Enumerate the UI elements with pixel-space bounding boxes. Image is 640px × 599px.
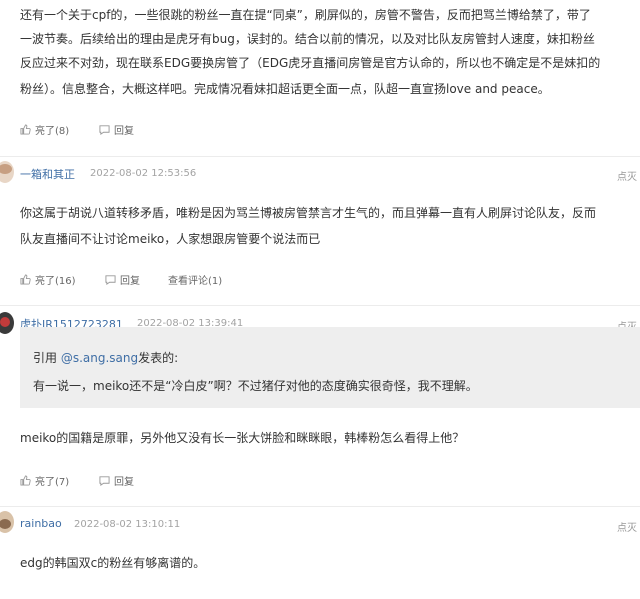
reply-label: 回复	[114, 126, 134, 137]
divider	[0, 305, 640, 306]
comment-time: 2022-08-02 12:53:56	[90, 168, 197, 179]
view-comments-link[interactable]: 查看评论(1)	[168, 272, 222, 287]
comment-time: 2022-08-02 13:10:11	[74, 519, 181, 530]
like-button[interactable]: 亮了(8)	[20, 122, 69, 137]
avatar[interactable]	[0, 312, 14, 334]
divider	[0, 506, 640, 507]
quoted-user-link[interactable]: @s.ang.sang	[61, 351, 138, 365]
quote-block	[20, 327, 640, 408]
comment-body-line: 还有一个关于cpf的，一些很跳的粉丝一直在提“同桌”，刷屏似的，房管不警告，反而…	[20, 8, 591, 22]
comment-body: edg的韩国双c的粉丝有够离谱的。	[20, 556, 206, 570]
comment-body-line: 一波节奏。后续给出的理由是虎牙有bug，误封的。结合以前的情况，以及对比队友房管…	[20, 32, 595, 46]
thumbs-up-icon	[20, 124, 31, 135]
comment-body: meiko的国籍是原罪，另外他又没有长一张大饼脸和眯眯眼，韩棒粉怎么看得上他？	[20, 431, 465, 445]
comment-author[interactable]: rainbao	[20, 517, 62, 530]
like-count: 亮了(7)	[35, 477, 70, 488]
comment-body-line: 你这属于胡说八道转移矛盾，唯粉是因为骂兰博被房管禁言才生气的，而且弹幕一直有人刷…	[20, 206, 597, 220]
thumbs-up-icon	[20, 274, 31, 285]
comment-author[interactable]: 一箱和其正	[20, 166, 75, 182]
avatar[interactable]	[0, 511, 14, 533]
divider	[0, 156, 640, 157]
reply-icon	[99, 476, 110, 486]
report-link[interactable]: 点灭	[617, 168, 637, 183]
comment-body-line: 粉丝）。信息整合，大概这样吧。完成情况看妹扣超话更全面一点，队超一直宣扬love…	[20, 82, 550, 96]
like-count: 亮了(16)	[35, 276, 76, 287]
quote-header: 引用 @s.ang.sang发表的:	[33, 349, 178, 366]
reply-button[interactable]: 回复	[99, 473, 134, 488]
comment-body-line: 反应过来不对劲，现在联系EDG要换房管了（EDG虎牙直播间房管是官方认命的，所以…	[20, 56, 601, 70]
quote-prefix: 引用	[33, 351, 61, 365]
quote-text: 有一说一，meiko还不是“冷白皮”啊？不过猪仔对他的态度确实很奇怪，我不理解。	[33, 379, 478, 393]
reply-label: 回复	[114, 477, 134, 488]
avatar[interactable]	[0, 161, 14, 183]
quote-suffix: 发表的:	[138, 351, 179, 365]
reply-label: 回复	[120, 276, 140, 287]
like-count: 亮了(8)	[35, 126, 70, 137]
reply-button[interactable]: 回复	[105, 272, 140, 287]
thumbs-up-icon	[20, 475, 31, 486]
reply-icon	[99, 125, 110, 135]
reply-icon	[105, 275, 116, 285]
like-button[interactable]: 亮了(7)	[20, 473, 69, 488]
like-button[interactable]: 亮了(16)	[20, 272, 76, 287]
view-comments-label: 查看评论(1)	[168, 276, 223, 287]
comment-body-line: 队友直播间不让讨论meiko，人家想跟房管要个说法而已	[20, 232, 321, 246]
report-link[interactable]: 点灭	[617, 519, 637, 534]
reply-button[interactable]: 回复	[99, 122, 134, 137]
